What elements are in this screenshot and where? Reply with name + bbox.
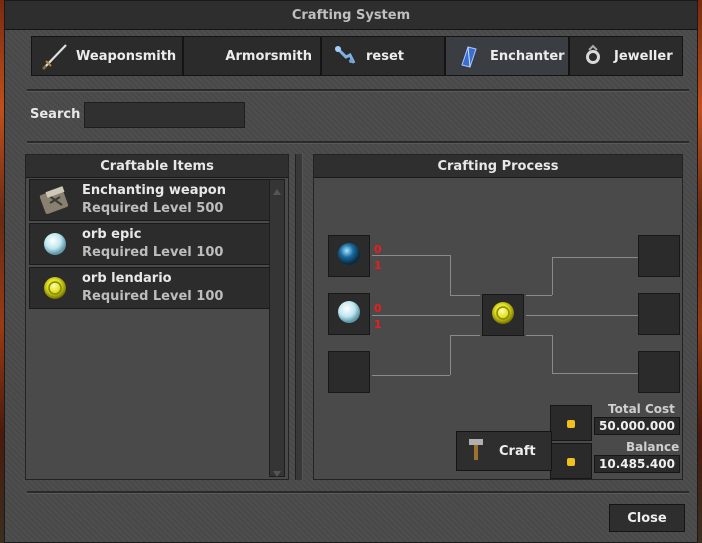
search-input[interactable] (84, 102, 245, 128)
tab-bar: Weaponsmith Armorsmith reset Enchanter J… (31, 36, 683, 76)
total-cost-label: Total Cost (608, 402, 675, 416)
scrollbar[interactable] (269, 179, 285, 477)
list-item[interactable]: orb lendario Required Level 100 (29, 267, 283, 309)
connector-line (552, 257, 553, 295)
panel-divider (295, 154, 303, 480)
coin-icon (566, 452, 576, 471)
connector-line (526, 335, 552, 336)
output-slot-empty[interactable] (638, 235, 680, 277)
crafting-process-panel: Crafting Process 0 1 0 1 Total Cost 50.0… (313, 154, 683, 480)
ingredient-slot[interactable] (328, 293, 370, 335)
ingredient-have-count: 0 (374, 243, 382, 256)
list-item[interactable]: Enchanting weapon Required Level 500 (29, 179, 283, 221)
tab-armorsmith[interactable]: Armorsmith (183, 36, 321, 76)
craft-label: Craft (499, 443, 536, 459)
divider (27, 491, 689, 494)
window-title: Crafting System (291, 7, 411, 23)
yellow-orb-icon (488, 298, 518, 332)
divider (27, 141, 689, 144)
scroll-up-icon[interactable] (272, 182, 282, 195)
tab-enchanter[interactable]: Enchanter (445, 36, 569, 76)
white-orb-icon (334, 297, 364, 331)
list-item[interactable]: orb epic Required Level 100 (29, 223, 283, 265)
connector-line (372, 375, 450, 376)
item-name: orb lendario (82, 271, 172, 286)
connector-line (526, 295, 552, 296)
tab-label: Jeweller (614, 48, 673, 64)
search-label: Search (30, 107, 81, 122)
ingredient-need-count: 1 (374, 318, 382, 331)
hammer-icon (465, 436, 487, 466)
tab-weaponsmith[interactable]: Weaponsmith (31, 36, 183, 76)
item-requirement: Required Level 100 (82, 289, 224, 304)
coin-icon (566, 414, 576, 433)
balance-label: Balance (626, 440, 680, 454)
ingredient-slot-empty[interactable] (328, 351, 370, 393)
enchant-scroll-icon (38, 183, 72, 217)
sword-icon (40, 41, 70, 71)
yellow-orb-icon (38, 271, 72, 305)
item-requirement: Required Level 500 (82, 201, 224, 216)
balance-coin (550, 443, 592, 479)
tab-label: Enchanter (490, 48, 565, 64)
window-titlebar[interactable]: Crafting System (5, 1, 697, 30)
total-cost-coin (550, 405, 592, 441)
crafting-window: Crafting System Weaponsmith Armorsmith r… (4, 0, 698, 543)
connector-line (450, 255, 451, 295)
craftable-items-panel: Craftable Items Enchanting weapon Require… (25, 154, 289, 480)
craft-button[interactable]: Craft (456, 431, 552, 471)
item-requirement: Required Level 100 (82, 245, 224, 260)
output-slot-empty[interactable] (638, 351, 680, 393)
result-slot[interactable] (482, 294, 524, 336)
scroll-down-icon[interactable] (272, 464, 282, 477)
ingredient-need-count: 1 (374, 259, 382, 272)
tab-reset[interactable]: reset (321, 36, 445, 76)
white-orb-icon (38, 227, 72, 261)
item-name: Enchanting weapon (82, 183, 226, 198)
connector-line (372, 315, 480, 316)
ingredient-have-count: 0 (374, 302, 382, 315)
tab-label: Armorsmith (225, 48, 312, 64)
tab-label: reset (366, 48, 404, 64)
connector-line (450, 335, 451, 375)
connector-line (552, 335, 553, 373)
divider (27, 89, 689, 92)
connector-line (552, 373, 638, 374)
connector-line (552, 257, 638, 258)
close-button[interactable]: Close (609, 504, 685, 532)
item-name: orb epic (82, 227, 142, 242)
connector-line (526, 315, 638, 316)
tab-label: Weaponsmith (76, 48, 177, 64)
wand-icon (330, 41, 360, 71)
crystal-icon (454, 41, 484, 71)
connector-line (450, 295, 480, 296)
blue-orb-icon (334, 239, 364, 273)
connector-line (372, 255, 450, 256)
panel-title: Craftable Items (26, 155, 288, 178)
ingredient-slot[interactable] (328, 235, 370, 277)
connector-line (450, 335, 480, 336)
total-cost-value: 50.000.000 (594, 417, 680, 435)
tab-jeweller[interactable]: Jeweller (569, 36, 683, 76)
panel-title: Crafting Process (314, 155, 682, 178)
output-slot-empty[interactable] (638, 293, 680, 335)
gem-pouch-icon (578, 41, 608, 71)
balance-value: 10.485.400 (594, 455, 680, 473)
